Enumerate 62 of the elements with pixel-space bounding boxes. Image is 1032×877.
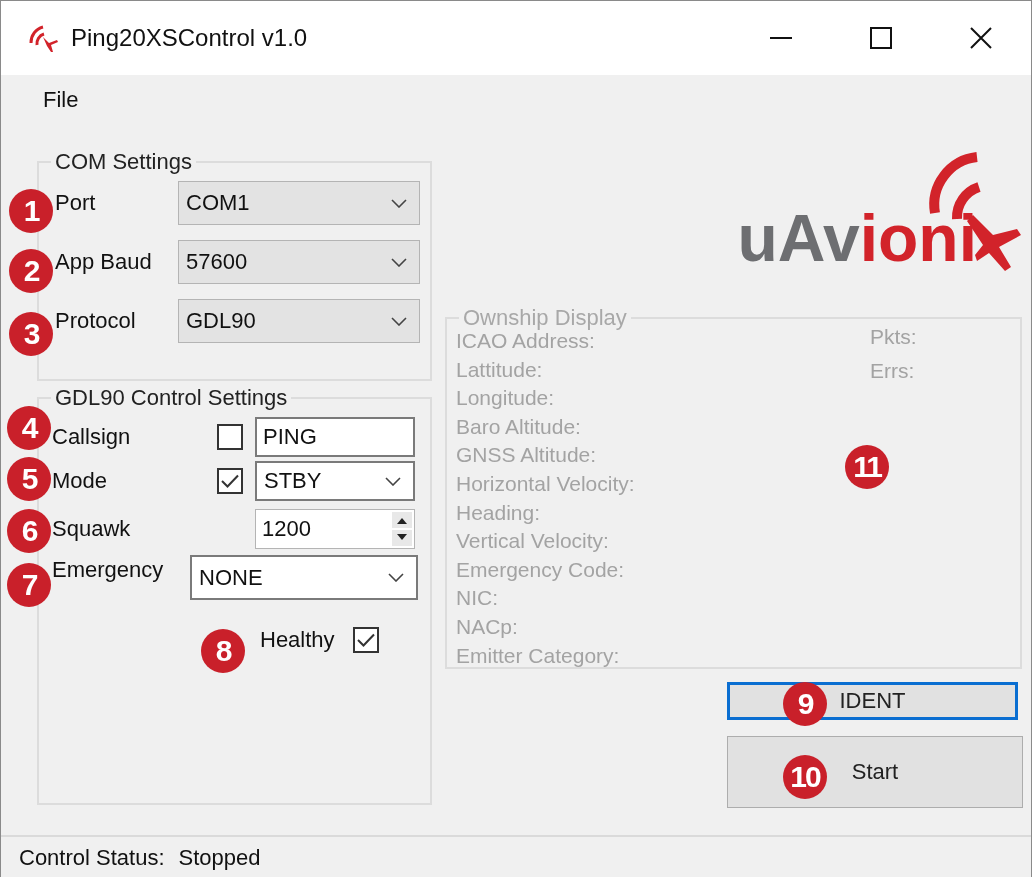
field-label: Horizontal Velocity: xyxy=(456,470,635,497)
field-label: Heading: xyxy=(456,499,541,526)
dropdown[interactable]: COM1 xyxy=(178,181,420,225)
field-label: Lattitude: xyxy=(456,356,543,383)
chevron-down-icon xyxy=(388,573,404,582)
company-logo: uAvioni xyxy=(737,149,1025,275)
checkbox[interactable] xyxy=(352,627,379,653)
text-field[interactable]: PING xyxy=(255,417,415,457)
callout-badge: 2 xyxy=(9,249,53,293)
counter-label: Errs: xyxy=(870,357,915,384)
status-value: Stopped xyxy=(178,844,261,871)
dropdown[interactable]: NONE xyxy=(190,555,418,600)
counter-label: Pkts: xyxy=(870,324,917,350)
field-label: Emergency xyxy=(52,556,165,583)
checkbox[interactable] xyxy=(217,424,243,450)
field-label: Port xyxy=(54,190,97,216)
group-title: Ownship Display xyxy=(462,305,628,331)
callout-badge: 6 xyxy=(7,509,51,553)
spin-down-icon[interactable] xyxy=(392,530,412,546)
callout-badge: 4 xyxy=(7,406,51,450)
dropdown[interactable]: 57600 xyxy=(178,240,420,284)
chevron-down-icon xyxy=(391,257,407,267)
group-title: GDL90 Control Settings xyxy=(54,385,289,411)
field-label: Mode xyxy=(52,468,109,494)
callout-badge: 7 xyxy=(7,563,51,607)
field-label: Callsign xyxy=(52,424,132,450)
callout-badge: 5 xyxy=(7,457,51,501)
field-label: Baro Altitude: xyxy=(456,413,581,440)
check-icon xyxy=(221,474,239,488)
field-label: Emitter Category: xyxy=(456,642,620,669)
number-spinner[interactable]: 1200 xyxy=(255,509,415,549)
callout-badge: 1 xyxy=(9,189,53,233)
radar-plane-icon xyxy=(27,23,61,53)
dropdown[interactable]: STBY xyxy=(255,461,415,501)
field-label: Longitude: xyxy=(456,385,555,412)
dropdown[interactable]: GDL90 xyxy=(178,299,420,343)
field-label: NACp: xyxy=(456,613,518,640)
field-label: Emergency Code: xyxy=(456,556,625,583)
checkbox-label: Healthy xyxy=(260,627,335,653)
field-label: App Baud xyxy=(54,249,153,275)
field-label: ICAO Address: xyxy=(456,329,595,354)
field-label: GNSS Altitude: xyxy=(456,442,597,469)
field-label: NIC: xyxy=(456,585,498,612)
menu-item[interactable]: File xyxy=(41,85,81,115)
close-icon xyxy=(970,27,992,49)
chevron-down-icon xyxy=(391,198,407,208)
spin-up-icon[interactable] xyxy=(392,512,412,528)
minimize-icon xyxy=(770,37,792,39)
chevron-down-icon xyxy=(391,316,407,326)
maximize-icon xyxy=(870,27,892,49)
callout-badge: 11 xyxy=(845,445,889,489)
callout-badge: 8 xyxy=(201,629,245,673)
chevron-down-icon xyxy=(385,476,401,486)
status-label: Control Status: xyxy=(19,844,165,871)
field-label: Vertical Velocity: xyxy=(456,528,609,555)
checkbox[interactable] xyxy=(217,468,243,494)
field-label: Squawk xyxy=(52,516,132,542)
callout-badge: 3 xyxy=(9,312,53,356)
window-title: Ping20XSControl v1.0 xyxy=(71,24,308,52)
check-icon xyxy=(356,633,375,647)
group-title: COM Settings xyxy=(54,149,193,175)
field-label: Protocol xyxy=(54,308,137,334)
